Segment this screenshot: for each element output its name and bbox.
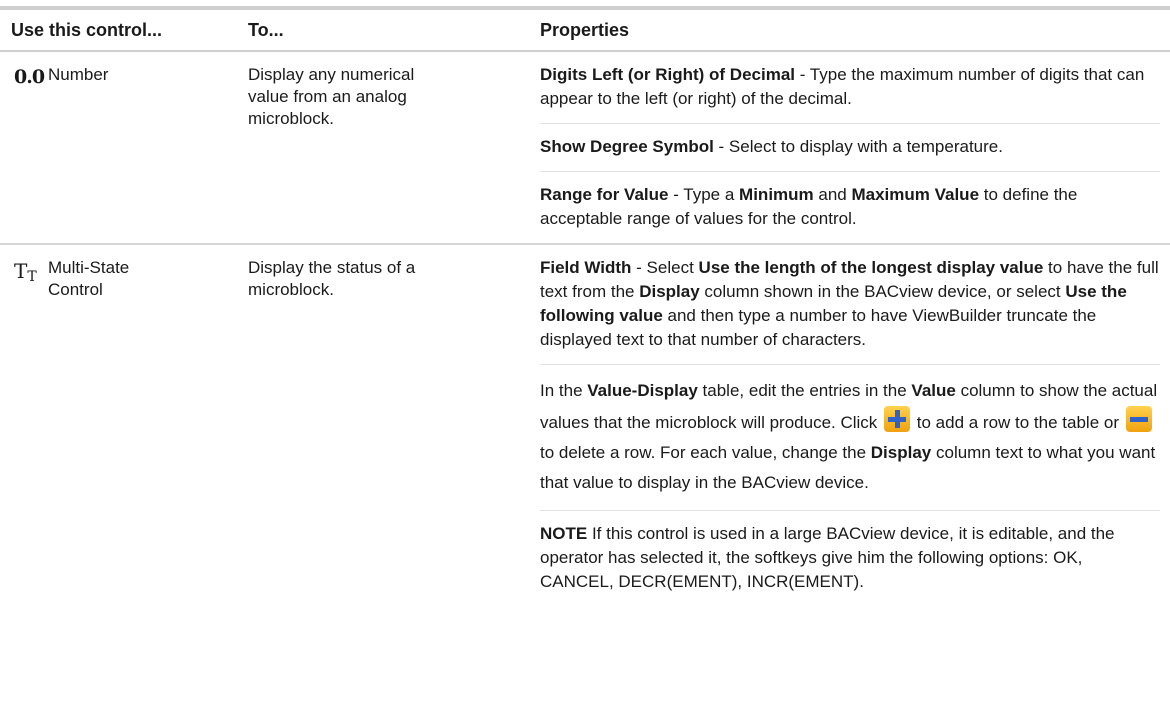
control-properties: Digits Left (or Right) of Decimal - Type…: [531, 52, 1170, 243]
delete-row-icon: [1125, 406, 1152, 432]
add-row-icon: [884, 406, 911, 432]
control-properties: Field Width - Select Use the length of t…: [531, 245, 1170, 606]
header-to: To...: [248, 19, 284, 40]
property-paragraph: Field Width - Select Use the length of t…: [540, 245, 1160, 365]
multi-state-icon: TT: [14, 259, 37, 285]
header-properties: Properties: [540, 19, 630, 40]
property-paragraph: Range for Value - Type a Minimum and Max…: [540, 185, 1078, 228]
control-purpose: Display the status of a microblock.: [248, 258, 416, 299]
controls-table: Use this control... To... Properties 0.0…: [0, 6, 1170, 606]
control-purpose: Display any numerical value from an anal…: [248, 65, 415, 128]
number-icon: 0.0: [14, 66, 45, 88]
control-name: Multi-State Control: [48, 258, 130, 299]
control-name: Number: [48, 65, 109, 84]
table-header: Use this control... To... Properties: [0, 10, 1170, 52]
table-row: TT Multi-State Control Display the statu…: [0, 245, 1170, 606]
property-paragraph: Show Degree Symbol - Select to display w…: [540, 124, 1160, 172]
property-paragraph: In the Value-Display table, edit the ent…: [540, 365, 1160, 511]
header-use-this-control: Use this control...: [11, 19, 163, 40]
property-paragraph: Digits Left (or Right) of Decimal - Type…: [540, 52, 1160, 124]
property-paragraph: NOTE If this control is used in a large …: [540, 524, 1115, 591]
table-row: 0.0 Number Display any numerical value f…: [0, 52, 1170, 245]
